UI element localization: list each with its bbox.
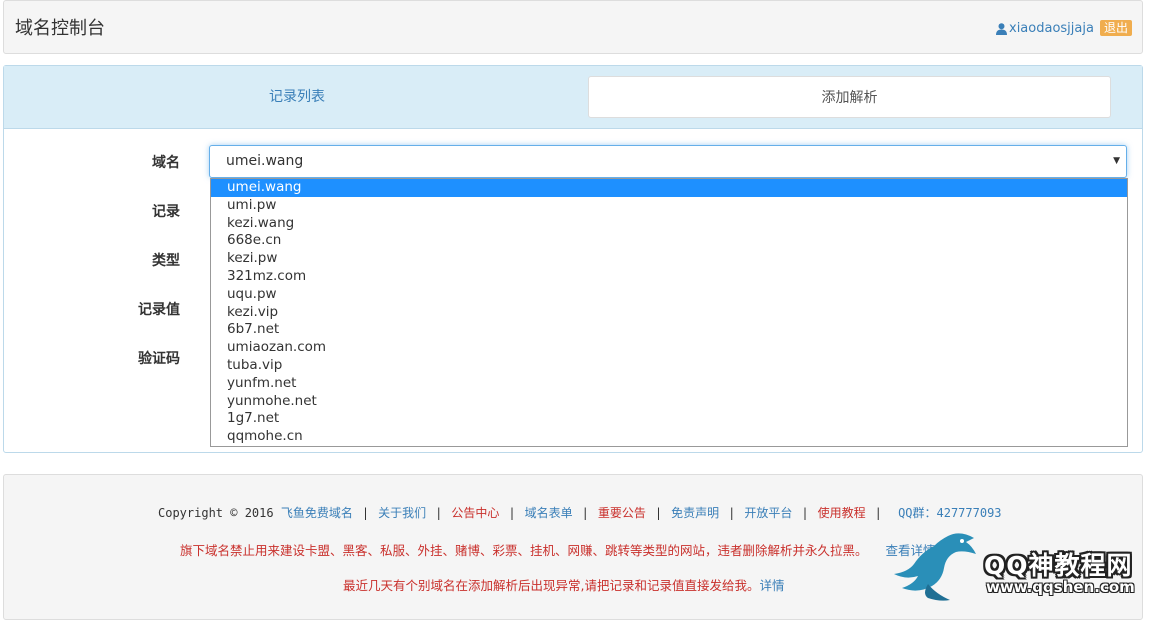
user-profile-link[interactable]: xiaodaosjjaja [996, 21, 1094, 36]
footer-link[interactable]: 域名表单 [525, 506, 573, 520]
domain-select[interactable]: umei.wang ▼ [209, 145, 1127, 178]
copyright-text: Copyright © 2016 [158, 506, 274, 520]
domain-option[interactable]: umi.pw [211, 197, 1127, 215]
domain-option[interactable]: kezi.vip [211, 304, 1127, 322]
type-label: 类型 [152, 253, 180, 269]
domain-option[interactable]: umei.wang [211, 179, 1127, 197]
dragon-logo-icon [894, 533, 976, 601]
domain-option[interactable]: qqmohe.cn [211, 428, 1127, 446]
footer-link[interactable]: 使用教程 [818, 506, 866, 520]
footer-link[interactable]: 重要公告 [598, 506, 646, 520]
record-label: 记录 [152, 204, 180, 220]
footer-link-group: 飞鱼免费域名 | 关于我们 | 公告中心 | 域名表单 | 重要公告 | 免责声明 | 开放平台 | 使用教… [281, 506, 891, 520]
footer-link[interactable]: 开放平台 [744, 506, 792, 520]
link-separator: | [654, 506, 663, 520]
domain-option[interactable]: uqu.pw [211, 286, 1127, 304]
user-icon [996, 22, 1007, 35]
link-separator: | [874, 506, 882, 520]
logout-button[interactable]: 退出 [1100, 20, 1133, 36]
domain-option[interactable]: kezi.pw [211, 250, 1127, 268]
domain-option[interactable]: 668e.cn [211, 232, 1127, 250]
username-label: xiaodaosjjaja [1009, 21, 1094, 36]
issue-notice-text: 最近几天有个别域名在添加解析后出现异常,请把记录和记录值直接发给我。 [343, 578, 760, 593]
policy-notice-text: 旗下域名禁止用来建设卡盟、黑客、私服、外挂、赌博、彩票、挂机、网赚、跳转等类型的… [180, 543, 868, 558]
issue-detail-link[interactable]: 详情 [759, 578, 784, 593]
brand-title[interactable]: 域名控制台 [15, 14, 105, 40]
domain-option[interactable]: 1g7.net [211, 410, 1127, 428]
tab-record-list[interactable]: 记录列表 [12, 76, 582, 118]
domain-option[interactable]: umiaozan.com [211, 339, 1127, 357]
footer-link[interactable]: 免责声明 [671, 506, 719, 520]
dropdown-arrow-icon: ▼ [1113, 156, 1120, 166]
tab-bar: 记录列表 添加解析 [4, 66, 1142, 129]
footer-links: Copyright © 2016 飞鱼免费域名 | 关于我们 | 公告中心 | 域名表单 | 重… [158, 504, 1002, 521]
tab-add-record[interactable]: 添加解析 [588, 76, 1111, 118]
record-value-label: 记录值 [138, 302, 180, 318]
captcha-label: 验证码 [138, 351, 180, 367]
domain-select-value: umei.wang [226, 153, 304, 169]
link-separator: | [361, 506, 370, 520]
policy-notice: 旗下域名禁止用来建设卡盟、黑客、私服、外挂、赌博、彩票、挂机、网赚、跳转等类型的… [180, 540, 936, 559]
footer-link[interactable]: 飞鱼免费域名 [281, 506, 353, 520]
watermark: QQ神教程网 www.qqshen.com [888, 528, 1146, 608]
domain-option[interactable]: 6b7.net [211, 321, 1127, 339]
link-separator: | [728, 506, 736, 520]
domain-option[interactable]: yunmohe.net [211, 393, 1127, 411]
domain-option[interactable]: 321mz.com [211, 268, 1127, 286]
link-separator: | [508, 506, 516, 520]
link-separator: | [581, 506, 589, 520]
domain-option[interactable]: kezi.wang [211, 215, 1127, 233]
watermark-url: www.qqshen.com [986, 578, 1135, 596]
domain-options-list: umei.wang umi.pw kezi.wang 668e.cn kezi.pw 32… [210, 178, 1128, 447]
issue-notice: 最近几天有个别域名在添加解析后出现异常,请把记录和记录值直接发给我。详情 [343, 575, 785, 594]
footer-link[interactable]: 关于我们 [378, 506, 426, 520]
watermark-text: QQ神教程网 [984, 551, 1133, 580]
dns-panel: 记录列表 添加解析 域名 记录 类型 记录值 验证码 umei.wang ▼ u… [3, 65, 1143, 453]
footer-link[interactable]: 公告中心 [451, 506, 499, 520]
link-separator: | [801, 506, 809, 520]
qq-group-text: QQ群：427777093 [898, 506, 1002, 520]
link-separator: | [435, 506, 443, 520]
top-navbar: 域名控制台 xiaodaosjjaja 退出 [3, 0, 1143, 54]
domain-option[interactable]: tuba.vip [211, 357, 1127, 375]
domain-label: 域名 [152, 155, 180, 171]
domain-option[interactable]: yunfm.net [211, 375, 1127, 393]
